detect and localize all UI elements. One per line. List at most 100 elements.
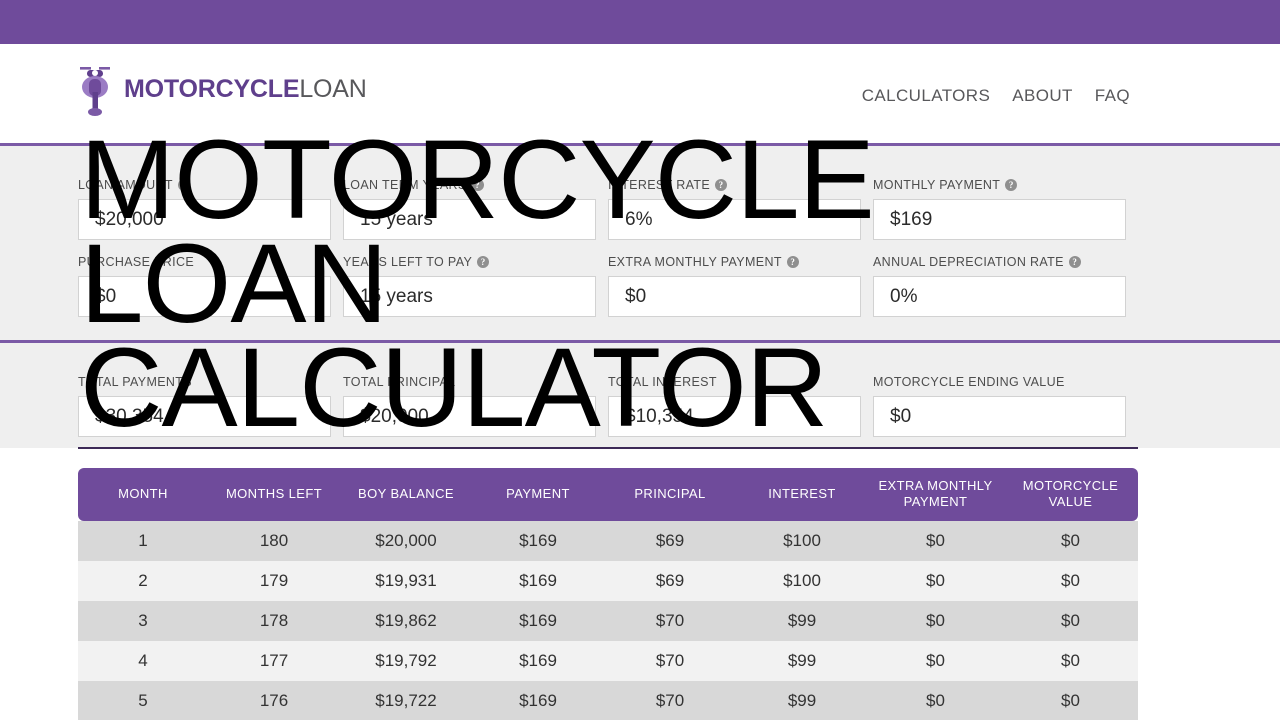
label-motorcycle-ending-value: MOTORCYCLE ENDING VALUE [873, 373, 1126, 391]
input-purchase-price[interactable]: $0 [78, 276, 331, 317]
label-total-payments: TOTAL PAYMENTS [78, 373, 331, 391]
table-header-row: MONTH MONTHS LEFT BOY BALANCE PAYMENT PR… [78, 468, 1138, 521]
cell-interest: $99 [787, 650, 817, 670]
label-total-interest-text: TOTAL INTEREST [608, 375, 717, 389]
logo-word-light: LOAN [299, 74, 367, 103]
col-motorcycle-value[interactable]: MOTORCYCLE VALUE [1003, 468, 1138, 521]
field-annual-depreciation-rate: ANNUAL DEPRECIATION RATE ? 0% [873, 253, 1126, 317]
input-loan-amount[interactable]: $20,000 [78, 199, 331, 240]
label-interest-rate: INTEREST RATE ? [608, 176, 861, 194]
help-icon-extra-monthly-payment[interactable]: ? [786, 256, 799, 268]
result-total-payments: TOTAL PAYMENTS $30,354 [78, 373, 331, 437]
label-years-left-to-pay-text: YEARS LEFT TO PAY [343, 255, 473, 269]
help-icon-loan-term-years[interactable]: ? [471, 179, 484, 191]
cell-interest: $99 [787, 690, 817, 710]
col-payment[interactable]: PAYMENT [472, 468, 604, 521]
input-years-left-to-pay[interactable]: 15 years [343, 276, 596, 317]
cell-month: 4 [138, 650, 148, 670]
input-extra-monthly-payment[interactable]: $0 [608, 276, 861, 317]
field-interest-rate: INTEREST RATE ? 6% [608, 176, 861, 240]
cell-months-left: 176 [259, 690, 289, 710]
page-root: MOTORCYCLELOAN CALCULATORS ABOUT FAQ LOA… [0, 0, 1280, 720]
table-row: 1 180 $20,000 $169 $69 $100 $0 $0 [78, 520, 1138, 561]
table-row: 4 177 $19,792 $169 $70 $99 $0 $0 [78, 640, 1138, 681]
field-loan-term-years: LOAN TERM YEARS ? 15 years [343, 176, 596, 240]
field-years-left-to-pay: YEARS LEFT TO PAY ? 15 years [343, 253, 596, 317]
cell-payment: $169 [519, 610, 557, 630]
cell-extra-monthly-payment: $0 [926, 610, 945, 630]
col-principal[interactable]: PRINCIPAL [604, 468, 736, 521]
cell-interest: $100 [783, 530, 821, 550]
input-loan-term-years[interactable]: 15 years [343, 199, 596, 240]
cell-principal: $69 [655, 530, 685, 550]
cell-motorcycle-value: $0 [1061, 530, 1080, 550]
cell-principal: $69 [655, 570, 685, 590]
cell-payment: $169 [519, 570, 557, 590]
cell-principal: $70 [655, 610, 685, 630]
nav-item-calculators[interactable]: CALCULATORS [862, 86, 990, 106]
cell-interest: $99 [787, 610, 817, 630]
help-icon-monthly-payment[interactable]: ? [1005, 179, 1018, 191]
result-total-principal: TOTAL PRINCIPAL $20,000 [343, 373, 596, 437]
cell-interest: $100 [783, 570, 821, 590]
help-icon-interest-rate[interactable]: ? [715, 179, 728, 191]
col-extra-monthly-payment[interactable]: EXTRA MONTHLY PAYMENT [868, 468, 1003, 521]
label-interest-rate-text: INTEREST RATE [608, 178, 711, 192]
value-motorcycle-ending-value: $0 [873, 396, 1126, 437]
cell-extra-monthly-payment: $0 [926, 650, 945, 670]
label-extra-monthly-payment: EXTRA MONTHLY PAYMENT ? [608, 253, 861, 271]
logo-word-bold: MOTORCYCLE [124, 74, 300, 103]
label-purchase-price-text: PURCHASE PRICE [78, 255, 195, 269]
cell-motorcycle-value: $0 [1061, 610, 1080, 630]
top-accent-bar [0, 0, 1280, 44]
table-row: 5 176 $19,722 $169 $70 $99 $0 $0 [78, 680, 1138, 720]
cell-motorcycle-value: $0 [1061, 650, 1080, 670]
label-monthly-payment-text: MONTHLY PAYMENT [873, 178, 1001, 192]
result-motorcycle-ending-value: MOTORCYCLE ENDING VALUE $0 [873, 373, 1126, 437]
cell-payment: $169 [519, 690, 557, 710]
nav-item-faq[interactable]: FAQ [1095, 86, 1130, 106]
field-monthly-payment: MONTHLY PAYMENT ? $169 [873, 176, 1126, 240]
nav-item-about[interactable]: ABOUT [1012, 86, 1073, 106]
cell-months-left: 178 [259, 610, 289, 630]
input-monthly-payment[interactable]: $169 [873, 199, 1126, 240]
input-interest-rate[interactable]: 6% [608, 199, 861, 240]
cell-boy-balance: $19,722 [375, 690, 437, 710]
cell-boy-balance: $19,931 [375, 570, 437, 590]
field-purchase-price: PURCHASE PRICE $0 [78, 253, 331, 317]
col-boy-balance[interactable]: BOY BALANCE [340, 468, 472, 521]
help-icon-years-left-to-pay[interactable]: ? [477, 256, 490, 268]
cell-motorcycle-value: $0 [1061, 570, 1080, 590]
label-loan-term-years: LOAN TERM YEARS ? [343, 176, 596, 194]
cell-principal: $70 [655, 690, 685, 710]
cell-principal: $70 [655, 650, 685, 670]
value-total-payments: $30,354 [78, 396, 331, 437]
results-panel: TOTAL PAYMENTS $30,354 TOTAL PRINCIPAL $… [0, 343, 1280, 448]
cell-extra-monthly-payment: $0 [926, 570, 945, 590]
cell-months-left: 180 [259, 530, 289, 550]
cell-extra-monthly-payment: $0 [926, 690, 945, 710]
result-total-interest: TOTAL INTEREST $10,354 [608, 373, 861, 437]
col-months-left[interactable]: MONTHS LEFT [208, 468, 340, 521]
cell-boy-balance: $19,792 [375, 650, 437, 670]
site-logo[interactable]: MOTORCYCLELOAN [78, 62, 367, 116]
label-loan-amount-text: LOAN AMOUNT [78, 178, 173, 192]
help-icon-loan-amount[interactable]: ? [177, 179, 190, 191]
label-annual-depreciation-rate: ANNUAL DEPRECIATION RATE ? [873, 253, 1126, 271]
cell-month: 2 [138, 570, 148, 590]
col-interest[interactable]: INTEREST [736, 468, 868, 521]
divider-amortization [78, 447, 1138, 449]
label-annual-depreciation-rate-text: ANNUAL DEPRECIATION RATE [873, 255, 1064, 269]
label-extra-monthly-payment-text: EXTRA MONTHLY PAYMENT [608, 255, 782, 269]
inputs-row-2: PURCHASE PRICE $0 YEARS LEFT TO PAY ? 15… [78, 253, 1134, 317]
value-total-principal: $20,000 [343, 396, 596, 437]
col-month[interactable]: MONTH [78, 468, 208, 521]
table-body: 1 180 $20,000 $169 $69 $100 $0 $0 2 179 … [78, 520, 1138, 720]
cell-months-left: 179 [259, 570, 289, 590]
logo-wordmark: MOTORCYCLELOAN [124, 75, 367, 104]
label-motorcycle-ending-value-text: MOTORCYCLE ENDING VALUE [873, 375, 1065, 389]
site-header: MOTORCYCLELOAN CALCULATORS ABOUT FAQ [0, 44, 1280, 143]
cell-extra-monthly-payment: $0 [926, 530, 945, 550]
input-annual-depreciation-rate[interactable]: 0% [873, 276, 1126, 317]
help-icon-annual-depreciation-rate[interactable]: ? [1068, 256, 1081, 268]
